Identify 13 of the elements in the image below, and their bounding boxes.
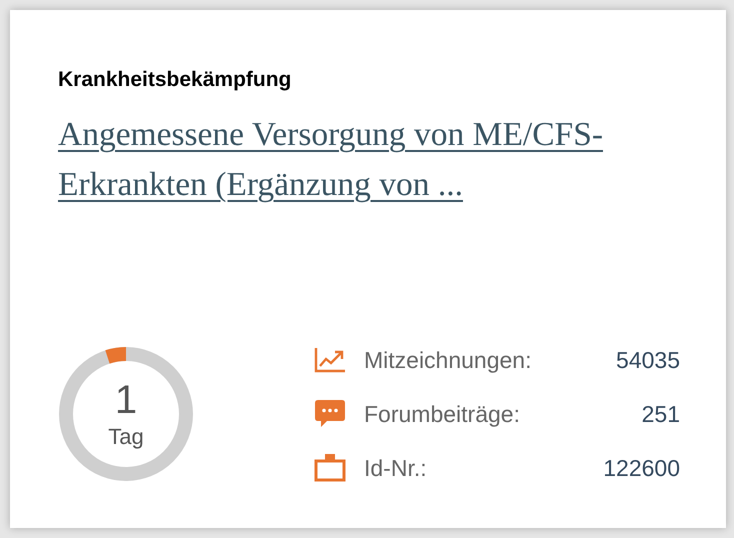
petition-title-link[interactable]: Angemessene Versorgung von ME/CFS-Erkrankten (Ergänzung von ... (58, 110, 698, 210)
stat-value: 122600 (603, 454, 680, 482)
chat-icon (314, 399, 346, 429)
chart-icon (314, 347, 346, 373)
countdown-number: 1 (114, 378, 138, 422)
stat-value: 251 (642, 400, 680, 428)
stat-label: Forumbeiträge: (364, 400, 520, 428)
briefcase-icon (314, 454, 346, 482)
stat-value: 54035 (616, 346, 680, 374)
countdown-unit: Tag (108, 424, 144, 450)
stat-label: Id-Nr.: (364, 454, 427, 482)
category-label: Krankheitsbekämpfung (58, 68, 292, 92)
stat-label: Mitzeichnungen: (364, 346, 532, 374)
